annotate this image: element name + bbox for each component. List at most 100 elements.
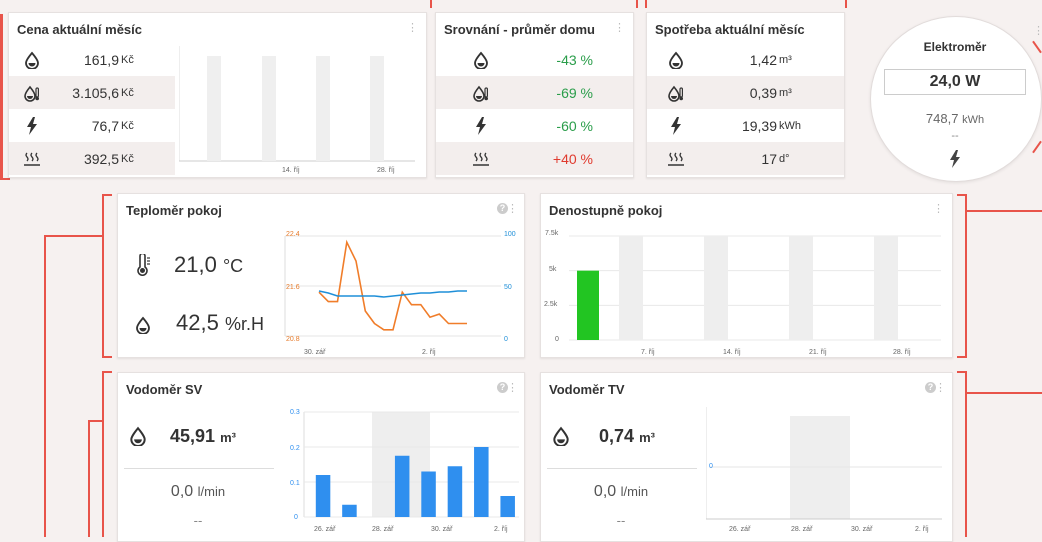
y-tick: 0.2 xyxy=(290,445,300,452)
connector-line xyxy=(957,356,967,358)
connector-line xyxy=(965,210,1042,212)
row-value: 0,39 xyxy=(749,84,777,101)
x-tick: 7. říj xyxy=(641,349,655,356)
bar xyxy=(315,475,331,517)
lightning-icon xyxy=(947,150,963,168)
x-tick: 26. zář xyxy=(314,526,336,533)
tv-flow-value: 0,0 xyxy=(593,483,617,500)
row-value: 17 xyxy=(761,150,777,167)
bar xyxy=(447,466,463,517)
connector-line xyxy=(957,371,967,373)
tv-volume-unit: m³ xyxy=(639,430,655,445)
menu-dots-icon[interactable]: ⋮ xyxy=(614,23,625,34)
menu-dots-icon[interactable]: ⋮ xyxy=(507,204,518,215)
sv-volume-value: 45,91 xyxy=(170,426,216,446)
card-title: Srovnání - průměr domu xyxy=(444,22,595,37)
table-row: 161,9 Kč xyxy=(9,43,175,76)
row-value: 392,5 xyxy=(83,150,119,167)
series-line xyxy=(318,290,467,298)
hot-water-icon xyxy=(472,84,490,102)
water-drop-icon xyxy=(134,316,152,335)
row-unit: Kč xyxy=(121,53,134,66)
y-tick: 0 xyxy=(294,514,298,521)
menu-dots-icon[interactable]: ⋮ xyxy=(933,204,944,215)
humidity-reading: 42,5 %r.H xyxy=(176,310,264,336)
connector-line xyxy=(845,0,847,8)
water-drop-icon xyxy=(667,51,685,69)
bar xyxy=(394,455,410,517)
elektromer-power: 24,0 W xyxy=(884,69,1026,95)
card-title: Vodoměr SV xyxy=(126,382,203,397)
sv-volume: 45,91 m³ xyxy=(170,426,236,447)
row-value: 76,7 xyxy=(91,117,119,134)
table-row: 19,39 kWh xyxy=(647,109,844,142)
row-unit: Kč xyxy=(121,86,134,99)
row-unit: Kč xyxy=(121,152,134,165)
connector-line xyxy=(44,235,46,537)
row-value: 19,39 xyxy=(741,117,777,134)
temperature-reading: 21,0 °C xyxy=(174,252,243,278)
row-unit: Kč xyxy=(121,119,134,132)
card-vodomer-sv: Vodoměr SV ? ⋮ 45,91 m³ 0,0 l/min -- 0.3… xyxy=(117,372,525,542)
connector-line xyxy=(102,356,112,358)
row-value: +40 % xyxy=(552,150,593,167)
tv-flow-unit: l/min xyxy=(620,484,649,499)
x-tick: 2. říj xyxy=(422,349,436,356)
divider xyxy=(124,468,274,469)
x-tick: 28. říj xyxy=(377,167,395,174)
table-row: 17 d° xyxy=(647,142,844,175)
card-vodomer-tv: Vodoměr TV ? ⋮ 0,74 m³ 0,0 l/min -- 0 26… xyxy=(540,372,953,542)
connector-line xyxy=(1032,140,1042,154)
menu-dots-icon[interactable]: ⋮ xyxy=(507,383,518,394)
table-row: 3.105,6 Kč xyxy=(9,76,175,109)
cena-mini-chart xyxy=(179,46,415,162)
table-row: 1,42 m³ xyxy=(647,43,844,76)
y-tick: 0 xyxy=(709,463,713,470)
thermometer-icon xyxy=(136,252,152,276)
menu-dots-icon[interactable]: ⋮ xyxy=(407,23,418,34)
connector-line xyxy=(645,0,647,8)
table-row: -69 % xyxy=(436,76,633,109)
connector-line xyxy=(102,194,104,358)
sv-volume-unit: m³ xyxy=(220,430,236,445)
humidity-unit: %r.H xyxy=(224,314,264,334)
row-value: -69 % xyxy=(556,84,593,101)
heating-icon xyxy=(667,150,685,168)
elektromer-title: Elektroměr xyxy=(923,40,987,54)
heating-icon xyxy=(23,150,41,168)
y-tick: 7.5k xyxy=(545,230,559,237)
temperature-humidity-chart xyxy=(284,235,501,337)
table-row: 0,39 m³ xyxy=(647,76,844,109)
bar xyxy=(342,504,357,517)
connector-line xyxy=(965,194,967,358)
tv-dash: -- xyxy=(616,513,626,528)
bar xyxy=(421,471,436,517)
water-drop-icon xyxy=(472,51,490,69)
elektromer-dash: -- xyxy=(951,130,959,142)
card-title: Cena aktuální měsíc xyxy=(17,22,142,37)
row-value: 3.105,6 xyxy=(72,84,119,101)
week-band xyxy=(789,236,813,340)
x-tick: 14. říj xyxy=(723,349,741,356)
table-row: 392,5 Kč xyxy=(9,142,175,175)
menu-dots-icon[interactable]: ⋮ xyxy=(935,383,946,394)
x-tick: 28. zář xyxy=(372,526,394,533)
week-band xyxy=(619,236,643,340)
lightning-icon xyxy=(472,116,490,135)
card-title: Vodoměr TV xyxy=(549,382,625,397)
x-tick: 28. říj xyxy=(893,349,911,356)
row-value: 161,9 xyxy=(83,51,119,68)
vodomer-sv-chart xyxy=(303,411,519,518)
table-row: -60 % xyxy=(436,109,633,142)
y-tick: 0 xyxy=(555,336,559,343)
y-tick-right: 100 xyxy=(504,231,516,238)
hot-water-icon xyxy=(667,84,685,102)
x-tick: 30. zář xyxy=(431,526,453,533)
connector-line xyxy=(636,0,638,8)
x-tick: 28. zář xyxy=(791,526,813,533)
row-unit: m³ xyxy=(779,53,792,66)
x-tick: 2. říj xyxy=(494,526,508,533)
card-title: Teploměr pokoj xyxy=(126,203,222,218)
connector-line xyxy=(102,371,112,373)
menu-dots-icon[interactable]: ⋮ xyxy=(1033,26,1042,37)
